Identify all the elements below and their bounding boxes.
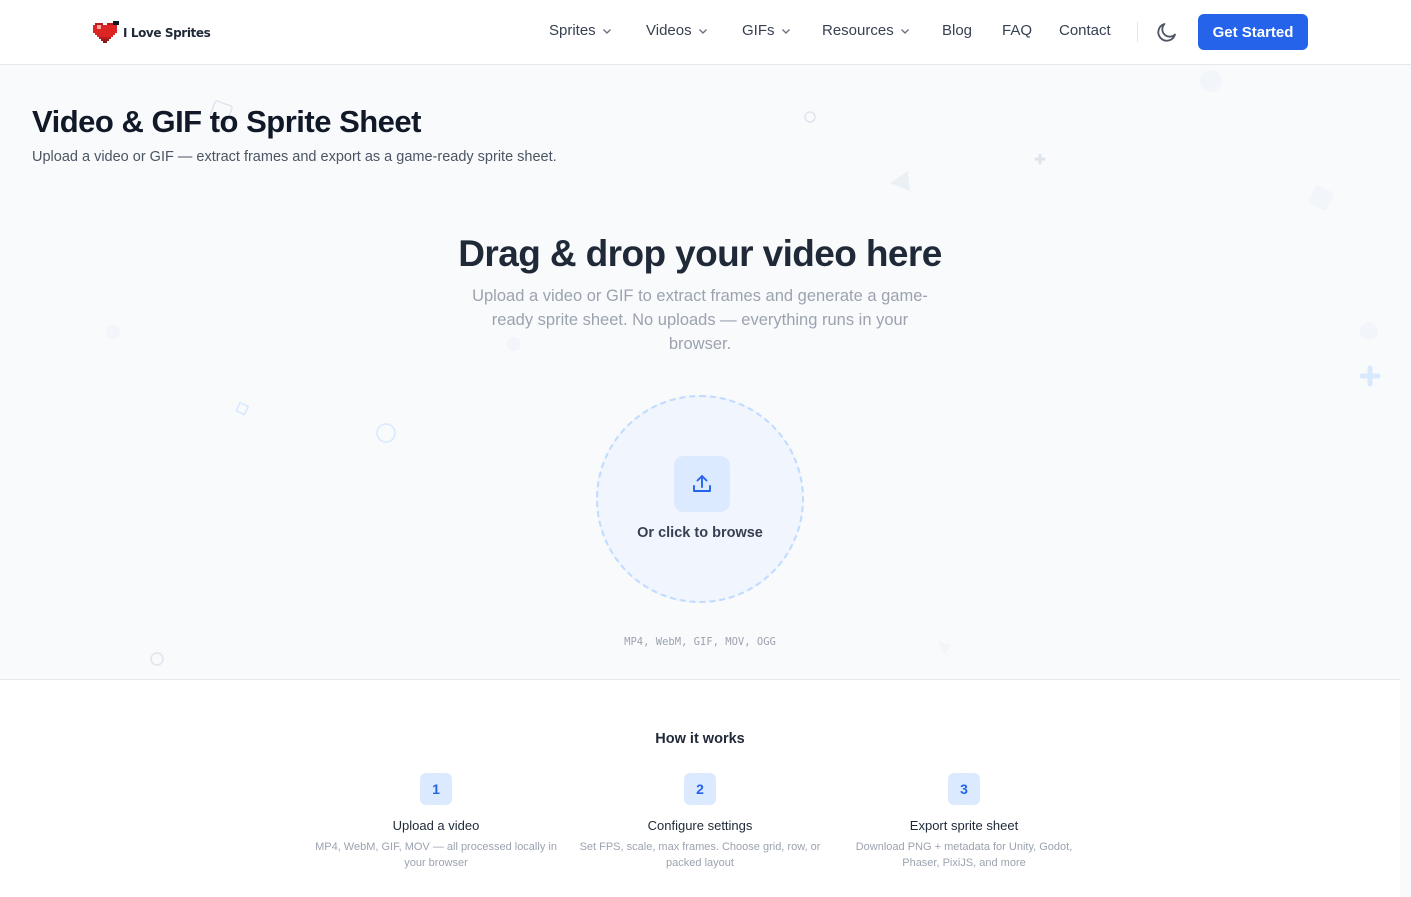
step-card: 3 Export sprite sheet Download PNG + met… bbox=[839, 773, 1089, 871]
how-it-works-title: How it works bbox=[655, 731, 745, 747]
brand-logo[interactable]: I Love Sprites bbox=[93, 20, 211, 46]
nav-resources[interactable]: Resources bbox=[822, 22, 910, 39]
nav-contact[interactable]: Contact bbox=[1059, 22, 1111, 39]
nav-videos[interactable]: Videos bbox=[646, 22, 708, 39]
pixel-heart-icon bbox=[93, 21, 119, 43]
dropzone-heading: Drag & drop your video here bbox=[458, 233, 942, 274]
nav-sprites[interactable]: Sprites bbox=[549, 22, 612, 39]
page-title: Video & GIF to Sprite Sheet bbox=[32, 104, 422, 139]
supported-formats: MP4, WebM, GIF, MOV, OGG bbox=[624, 636, 776, 648]
site-header: I Love Sprites Sprites Videos GIFs Resou… bbox=[0, 0, 1411, 65]
step-title: Upload a video bbox=[392, 818, 480, 833]
step-title: Configure settings bbox=[647, 818, 753, 833]
step-number: 1 bbox=[420, 773, 452, 805]
step-card: 1 Upload a video MP4, WebM, GIF, MOV — a… bbox=[311, 773, 561, 871]
nav-faq[interactable]: FAQ bbox=[1002, 22, 1032, 39]
browse-label[interactable]: Or click to browse bbox=[598, 525, 802, 541]
step-description: Set FPS, scale, max frames. Choose grid,… bbox=[579, 841, 821, 869]
chevron-down-icon bbox=[781, 28, 790, 34]
nav-divider bbox=[1137, 22, 1138, 42]
upload-button[interactable] bbox=[674, 456, 730, 512]
chevron-down-icon bbox=[698, 28, 707, 34]
nav-gifs[interactable]: GIFs bbox=[742, 22, 791, 39]
chevron-down-icon bbox=[602, 28, 611, 34]
step-card: 2 Configure settings Set FPS, scale, max… bbox=[575, 773, 825, 871]
step-number: 2 bbox=[684, 773, 716, 805]
nav-label: Videos bbox=[646, 22, 692, 39]
file-dropzone[interactable]: Or click to browse bbox=[596, 395, 804, 603]
nav-label: Blog bbox=[942, 22, 973, 39]
page-subtitle: Upload a video or GIF — extract frames a… bbox=[32, 149, 557, 165]
step-title: Export sprite sheet bbox=[909, 818, 1019, 833]
nav-label: Sprites bbox=[549, 22, 596, 39]
nav-label: FAQ bbox=[1002, 22, 1033, 39]
step-number: 3 bbox=[948, 773, 980, 805]
get-started-button[interactable]: Get Started bbox=[1198, 14, 1308, 50]
how-it-works-section: How it works 1 Upload a video MP4, WebM,… bbox=[0, 679, 1400, 897]
nav-label: Contact bbox=[1059, 22, 1111, 39]
chevron-down-icon bbox=[900, 28, 909, 34]
step-description: Download PNG + metadata for Unity, Godot… bbox=[855, 841, 1073, 869]
nav-label: Resources bbox=[822, 22, 894, 39]
brand-name: I Love Sprites bbox=[123, 26, 211, 40]
step-description: MP4, WebM, GIF, MOV — all processed loca… bbox=[315, 841, 557, 869]
upload-icon bbox=[693, 475, 711, 492]
moon-icon[interactable] bbox=[1155, 20, 1179, 44]
nav-blog[interactable]: Blog bbox=[942, 22, 972, 39]
dropzone-description: Upload a video or GIF to extract frames … bbox=[472, 287, 928, 353]
nav-label: GIFs bbox=[742, 22, 775, 39]
